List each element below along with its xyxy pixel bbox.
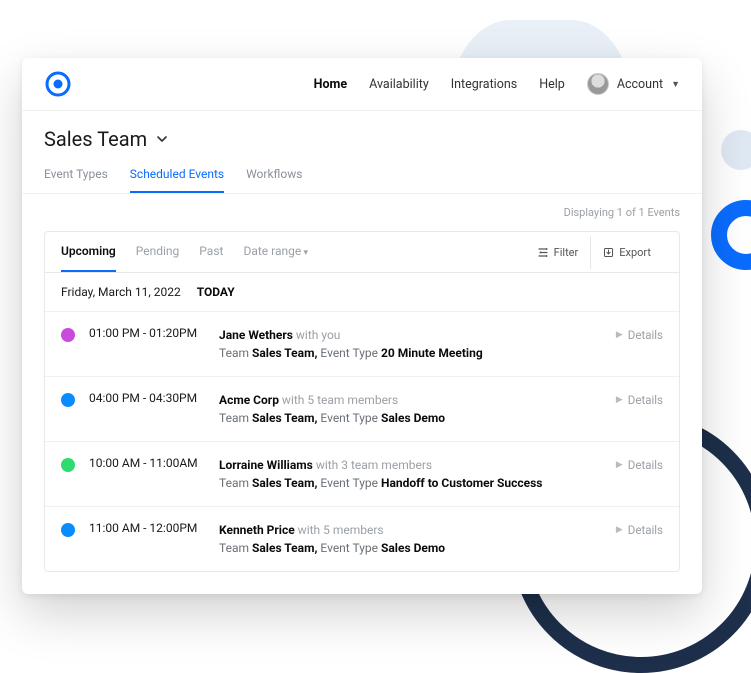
- event-with-text: with 5 members: [295, 523, 384, 537]
- account-label: Account: [617, 77, 663, 92]
- event-body: Jane Wethers with you Team Sales Team, Ev…: [219, 326, 616, 362]
- event-meta-line: Team Sales Team, Event Type Handoff to C…: [219, 474, 616, 492]
- event-attendee-line: Kenneth Price with 5 members: [219, 523, 384, 537]
- event-team: Sales Team,: [252, 411, 317, 425]
- nav-integrations[interactable]: Integrations: [451, 77, 517, 92]
- details-button[interactable]: ▶ Details: [616, 523, 663, 537]
- event-body: Kenneth Price with 5 members Team Sales T…: [219, 521, 616, 557]
- caret-right-icon: ▶: [616, 525, 623, 535]
- event-row: 01:00 PM - 01:20PMJane Wethers with you T…: [45, 312, 679, 377]
- details-button[interactable]: ▶ Details: [616, 458, 663, 472]
- panel-tab-past[interactable]: Past: [199, 232, 223, 272]
- event-row: 10:00 AM - 11:00AMLorraine Williams with…: [45, 442, 679, 507]
- page-title-bar: Sales Team: [22, 111, 702, 157]
- panel-tab-upcoming[interactable]: Upcoming: [61, 232, 116, 272]
- event-body: Acme Corp with 5 team members Team Sales …: [219, 391, 616, 427]
- primary-nav: Home Availability Integrations Help Acco…: [314, 73, 680, 95]
- event-type: 20 Minute Meeting: [381, 346, 483, 360]
- decorative-circle-small: [721, 130, 751, 170]
- tab-event-types[interactable]: Event Types: [44, 157, 108, 193]
- event-type: Sales Demo: [381, 411, 445, 425]
- filter-icon: [538, 247, 549, 258]
- event-type: Sales Demo: [381, 541, 445, 555]
- event-row: 11:00 AM - 12:00PMKenneth Price with 5 m…: [45, 507, 679, 571]
- nav-home[interactable]: Home: [314, 77, 347, 92]
- event-body: Lorraine Williams with 3 team members Tea…: [219, 456, 616, 492]
- export-button[interactable]: Export: [590, 236, 663, 269]
- event-attendee-name: Jane Wethers: [219, 328, 293, 342]
- event-team: Sales Team,: [252, 476, 317, 490]
- event-color-dot: [61, 458, 75, 472]
- tab-workflows[interactable]: Workflows: [246, 157, 302, 193]
- event-time: 04:00 PM - 04:30PM: [89, 391, 219, 405]
- event-attendee-line: Acme Corp with 5 team members: [219, 393, 398, 407]
- nav-help[interactable]: Help: [539, 77, 565, 92]
- details-label: Details: [628, 523, 663, 537]
- event-meta-line: Team Sales Team, Event Type 20 Minute Me…: [219, 344, 616, 362]
- panel-tab-pending[interactable]: Pending: [136, 232, 180, 272]
- event-meta-line: Team Sales Team, Event Type Sales Demo: [219, 409, 616, 427]
- details-button[interactable]: ▶ Details: [616, 393, 663, 407]
- event-attendee-name: Lorraine Williams: [219, 458, 313, 472]
- results-count: Displaying 1 of 1 Events: [22, 194, 702, 225]
- event-time: 01:00 PM - 01:20PM: [89, 326, 219, 340]
- event-attendee-name: Acme Corp: [219, 393, 279, 407]
- caret-right-icon: ▶: [616, 330, 623, 340]
- calendly-logo-icon: [44, 70, 72, 98]
- event-meta-line: Team Sales Team, Event Type Sales Demo: [219, 539, 616, 557]
- event-attendee-line: Lorraine Williams with 3 team members: [219, 458, 432, 472]
- app-window: Home Availability Integrations Help Acco…: [22, 58, 702, 594]
- section-tabs: Event Types Scheduled Events Workflows: [22, 157, 702, 194]
- date-label: Friday, March 11, 2022: [61, 285, 181, 299]
- account-menu[interactable]: Account ▼: [587, 73, 680, 95]
- caret-right-icon: ▶: [616, 395, 623, 405]
- event-type: Handoff to Customer Success: [381, 476, 542, 490]
- panel-tab-date-range[interactable]: Date range: [243, 232, 308, 272]
- avatar: [587, 73, 609, 95]
- event-attendee-line: Jane Wethers with you: [219, 328, 340, 342]
- panel-tabs: Upcoming Pending Past Date range Filter …: [45, 232, 679, 273]
- decorative-ring-blue: [711, 200, 751, 270]
- events-panel: Upcoming Pending Past Date range Filter …: [44, 231, 680, 572]
- event-team: Sales Team,: [252, 346, 317, 360]
- details-button[interactable]: ▶ Details: [616, 328, 663, 342]
- page-title: Sales Team: [44, 127, 147, 151]
- details-label: Details: [628, 328, 663, 342]
- export-label: Export: [619, 246, 651, 259]
- chevron-down-icon: ▼: [671, 79, 680, 90]
- chevron-down-icon[interactable]: [155, 132, 169, 146]
- topbar: Home Availability Integrations Help Acco…: [22, 58, 702, 111]
- filter-button[interactable]: Filter: [526, 236, 591, 269]
- tab-scheduled-events[interactable]: Scheduled Events: [130, 157, 224, 193]
- filter-label: Filter: [554, 246, 579, 259]
- event-color-dot: [61, 328, 75, 342]
- event-with-text: with you: [293, 328, 340, 342]
- event-attendee-name: Kenneth Price: [219, 523, 295, 537]
- panel-actions: Filter Export: [526, 236, 663, 269]
- events-list: 01:00 PM - 01:20PMJane Wethers with you T…: [45, 312, 679, 571]
- event-team: Sales Team,: [252, 541, 317, 555]
- event-color-dot: [61, 393, 75, 407]
- event-time: 10:00 AM - 11:00AM: [89, 456, 219, 470]
- today-badge: TODAY: [197, 285, 235, 299]
- caret-right-icon: ▶: [616, 460, 623, 470]
- event-row: 04:00 PM - 04:30PMAcme Corp with 5 team …: [45, 377, 679, 442]
- date-header: Friday, March 11, 2022 TODAY: [45, 273, 679, 312]
- nav-availability[interactable]: Availability: [369, 77, 429, 92]
- details-label: Details: [628, 393, 663, 407]
- details-label: Details: [628, 458, 663, 472]
- event-time: 11:00 AM - 12:00PM: [89, 521, 219, 535]
- event-color-dot: [61, 523, 75, 537]
- event-with-text: with 3 team members: [313, 458, 432, 472]
- export-icon: [603, 247, 614, 258]
- event-with-text: with 5 team members: [279, 393, 398, 407]
